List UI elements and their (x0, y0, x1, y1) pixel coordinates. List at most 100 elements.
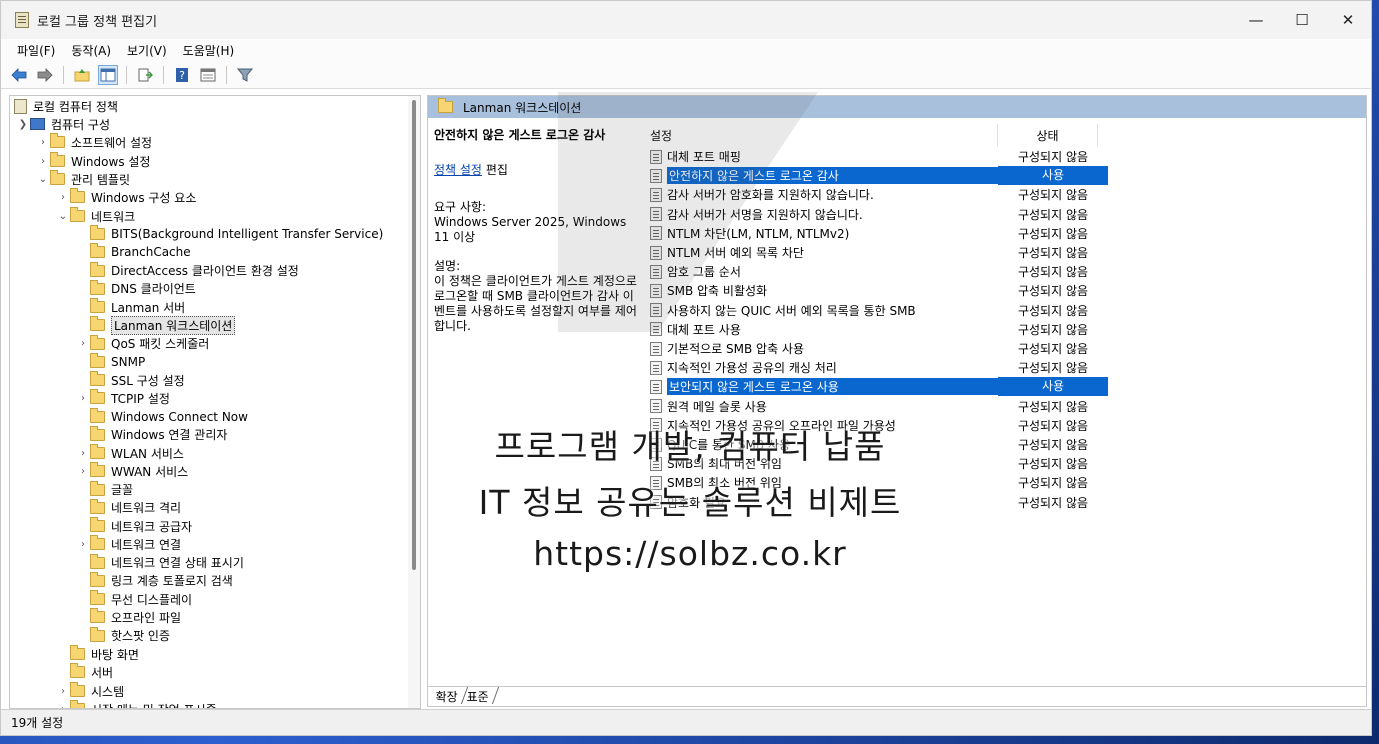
tree-label: 네트워크 격리 (111, 501, 182, 516)
tree-scrollbar-thumb[interactable] (412, 100, 416, 570)
policy-row[interactable]: NTLM 차단(LM, NTLM, NTLMv2) 구성되지 않음 (646, 224, 1108, 243)
window-controls: — ☐ ✕ (1233, 1, 1371, 39)
tree-item-server[interactable]: 서버 (56, 663, 113, 681)
policy-row[interactable]: 감사 서버가 암호화를 지원하지 않습니다. 구성되지 않음 (646, 185, 1108, 204)
tree-item-network-child[interactable]: 무선 디스플레이 (76, 590, 192, 608)
tree-item-network-child[interactable]: Lanman 워크스테이션 (76, 315, 236, 335)
policy-row[interactable]: 감사 서버가 서명을 지원하지 않습니다. 구성되지 않음 (646, 205, 1108, 224)
tree-item-network-child[interactable]: 네트워크 공급자 (76, 517, 192, 535)
details-scrollbar[interactable] (1354, 118, 1366, 686)
tree-item-system[interactable]: › 시스템 (56, 682, 124, 700)
show-hide-tree-icon[interactable] (98, 64, 118, 85)
tree-item-network-child[interactable]: 글꼴 (76, 480, 133, 499)
policy-name-cell: SMB의 최소 버전 위임 (646, 474, 998, 491)
policy-row[interactable]: SMB의 최대 버전 위임 구성되지 않음 (646, 454, 1108, 473)
chevron-right-icon[interactable]: › (36, 137, 50, 148)
policy-row[interactable]: 기본적으로 SMB 압축 사용 구성되지 않음 (646, 339, 1108, 358)
tree-scrollbar[interactable] (408, 96, 420, 708)
help-icon[interactable]: ? (172, 65, 192, 85)
tree-item-network-child[interactable]: SNMP (76, 352, 145, 371)
column-header-state[interactable]: 상태 (998, 124, 1098, 146)
tree-item-network-child[interactable]: 네트워크 연결 상태 표시기 (76, 553, 244, 572)
tree-item-network-child[interactable]: 링크 계층 토폴로지 검색 (76, 571, 233, 590)
tree-item-network-child[interactable]: 핫스팟 인증 (76, 626, 170, 645)
tree-item-network-child[interactable]: DirectAccess 클라이언트 환경 설정 (76, 261, 299, 280)
folder-icon (90, 243, 105, 259)
tree-item-network-child[interactable]: 오프라인 파일 (76, 608, 181, 626)
chevron-down-icon[interactable]: ❯ (16, 119, 30, 130)
tree-item-network-child[interactable]: › WLAN 서비스 (76, 444, 184, 462)
policy-row[interactable]: 대체 포트 매핑 구성되지 않음 (646, 147, 1108, 166)
tree-item-desktop[interactable]: 바탕 화면 (56, 645, 139, 663)
chevron-right-icon[interactable]: › (36, 156, 50, 167)
menu-file[interactable]: 파일(F) (9, 42, 63, 59)
policy-row[interactable]: NTLM 서버 예외 목록 차단 구성되지 않음 (646, 243, 1108, 262)
tree-item-network-child[interactable]: 네트워크 격리 (76, 498, 182, 517)
properties-icon[interactable] (198, 65, 218, 85)
tree-item-windows-components[interactable]: › Windows 구성 요소 (56, 188, 196, 206)
tree-item-network-child[interactable]: › TCPIP 설정 (76, 389, 170, 407)
tab-standard[interactable]: 표준 (462, 687, 500, 704)
tree-item-network-child[interactable]: Lanman 서버 (76, 298, 185, 316)
policy-row[interactable]: 안전하지 않은 게스트 로그온 감사 사용 (646, 166, 1108, 186)
filter-icon[interactable] (235, 65, 255, 85)
chevron-right-icon[interactable]: › (76, 539, 90, 550)
export-list-icon[interactable] (135, 65, 155, 85)
tree-item-network-child[interactable]: › 네트워크 연결 (76, 535, 181, 553)
close-button[interactable]: ✕ (1325, 1, 1371, 39)
back-arrow-icon[interactable] (9, 65, 29, 85)
tree-item-network-child[interactable]: DNS 클라이언트 (76, 279, 196, 298)
tree-item-computer-config[interactable]: ❯ 컴퓨터 구성 (16, 115, 110, 133)
column-header-setting[interactable]: 설정 (646, 124, 998, 146)
policy-row[interactable]: SMB의 최소 버전 위임 구성되지 않음 (646, 473, 1108, 492)
chevron-down-icon[interactable]: ⌄ (36, 174, 50, 185)
chevron-right-icon[interactable]: › (76, 393, 90, 404)
policy-row[interactable]: 보안되지 않은 게스트 로그온 사용 사용 (646, 377, 1108, 397)
menu-view[interactable]: 보기(V) (119, 42, 175, 59)
policy-row[interactable]: 대체 포트 사용 구성되지 않음 (646, 320, 1108, 339)
tree-item-network-child[interactable]: SSL 구성 설정 (76, 371, 185, 389)
chevron-right-icon[interactable]: › (76, 448, 90, 459)
policy-settings-link[interactable]: 정책 설정 (434, 163, 482, 177)
policy-row[interactable]: 원격 메일 슬롯 사용 구성되지 않음 (646, 397, 1108, 416)
tree-item-network-child[interactable]: BITS(Background Intelligent Transfer Ser… (76, 225, 383, 243)
tree-item-start-menu[interactable]: › 시작 메뉴 및 작업 표시줄 (56, 700, 217, 708)
tree-item-network-child[interactable]: › WWAN 서비스 (76, 462, 188, 480)
title-bar[interactable]: 로컬 그룹 정책 편집기 — ☐ ✕ (1, 1, 1371, 39)
up-folder-icon[interactable] (72, 65, 92, 85)
policy-row[interactable]: SMB 압축 비활성화 구성되지 않음 (646, 281, 1108, 300)
chevron-right-icon[interactable]: › (56, 192, 70, 203)
chevron-right-icon[interactable]: › (56, 686, 70, 697)
tree-item-network-child[interactable]: › QoS 패킷 스케줄러 (76, 334, 209, 353)
folder-icon (90, 371, 105, 386)
policy-name-cell: 지속적인 가용성 공유의 오프라인 파일 가용성 (646, 417, 998, 434)
chevron-down-icon[interactable]: ⌄ (56, 211, 70, 222)
minimize-button[interactable]: — (1233, 1, 1279, 39)
policy-state: 구성되지 않음 (1017, 495, 1089, 510)
policy-row[interactable]: 암호화 필요 구성되지 않음 (646, 493, 1108, 512)
policy-row[interactable]: 지속적인 가용성 공유의 캐싱 처리 구성되지 않음 (646, 358, 1108, 377)
policy-row[interactable]: 지속적인 가용성 공유의 오프라인 파일 가용성 구성되지 않음 (646, 416, 1108, 435)
tree-item-admin-templates[interactable]: ⌄ 관리 템플릿 (36, 170, 130, 188)
tree-item-network-child[interactable]: Windows 연결 관리자 (76, 425, 227, 444)
policy-row[interactable]: 암호 그룹 순서 구성되지 않음 (646, 262, 1108, 281)
tree-item-windows-settings[interactable]: › Windows 설정 (36, 152, 150, 170)
tree-item-network-child[interactable]: BranchCache (76, 243, 191, 261)
tree-item-root[interactable]: 로컬 컴퓨터 정책 (14, 97, 118, 115)
tree-item-network-child[interactable]: Windows Connect Now (76, 407, 248, 426)
policy-name-cell: SMB의 최대 버전 위임 (646, 455, 998, 472)
details-header: Lanman 워크스테이션 (428, 96, 1366, 118)
maximize-button[interactable]: ☐ (1279, 1, 1325, 39)
tree-item-network[interactable]: ⌄ 네트워크 (56, 207, 135, 225)
navigation-tree[interactable]: 로컬 컴퓨터 정책 ❯ 컴퓨터 구성 › 소프트웨어 설정 › Windows … (9, 95, 421, 709)
policy-state: 구성되지 않음 (1017, 265, 1089, 280)
forward-arrow-icon[interactable] (35, 65, 55, 85)
policy-row[interactable]: QUIC를 통한 SMB 사용 구성되지 않음 (646, 435, 1108, 454)
tree-item-software-settings[interactable]: › 소프트웨어 설정 (36, 133, 152, 151)
details-pane: Lanman 워크스테이션 안전하지 않은 게스트 로그온 감사 정책 설정 편… (427, 95, 1367, 707)
menu-help[interactable]: 도움말(H) (175, 42, 243, 59)
chevron-right-icon[interactable]: › (76, 466, 90, 477)
policy-row[interactable]: 사용하지 않는 QUIC 서버 예외 목록을 통한 SMB 구성되지 않음 (646, 301, 1108, 320)
menu-action[interactable]: 동작(A) (63, 42, 119, 59)
chevron-right-icon[interactable]: › (76, 338, 90, 349)
